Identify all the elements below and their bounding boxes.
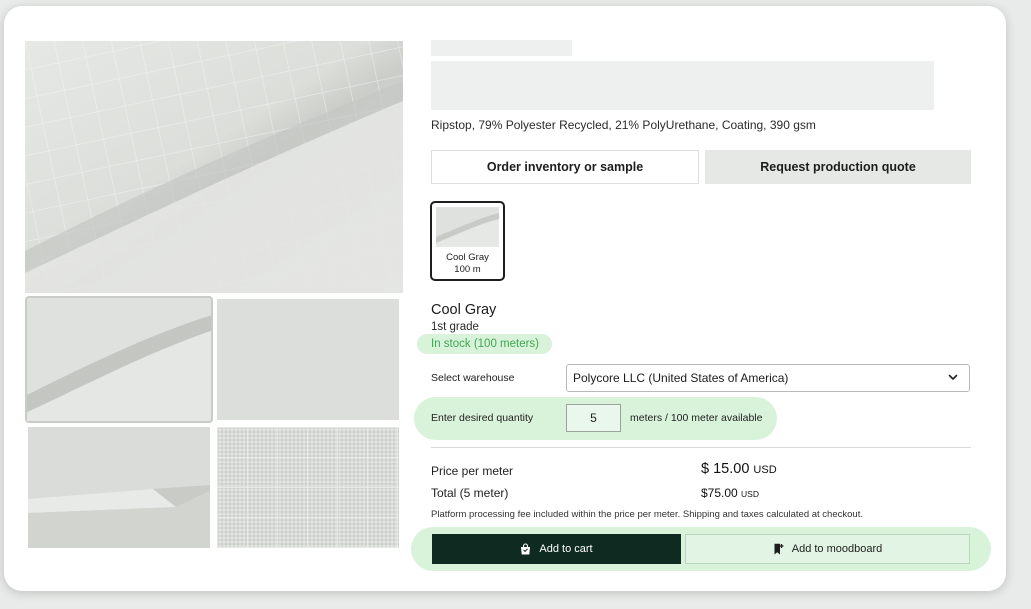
title-skeleton-large <box>431 61 934 110</box>
price-per-meter-label: Price per meter <box>431 464 514 478</box>
fabric-swatch-icon <box>436 207 499 247</box>
total-value: $75.00 USD <box>701 486 759 500</box>
add-to-moodboard-label: Add to moodboard <box>791 543 883 555</box>
variant-grade: 1st grade <box>431 321 479 333</box>
stock-status-badge: In stock (100 meters) <box>417 334 553 354</box>
title-skeleton-small <box>431 40 572 56</box>
divider <box>431 447 971 448</box>
tab-request-quote[interactable]: Request production quote <box>705 150 971 184</box>
thumbnail-4[interactable] <box>217 427 399 548</box>
price-per-meter-value: $ 15.00 USD <box>701 461 777 477</box>
thumbnail-3[interactable] <box>28 427 210 548</box>
total-label: Total (5 meter) <box>431 486 509 500</box>
add-to-cart-button[interactable]: Add to cart <box>432 534 681 564</box>
warehouse-label: Select warehouse <box>431 372 515 384</box>
swatch-name: Cool Gray <box>446 252 489 263</box>
warehouse-selected-value: Polycore LLC (United States of America) <box>573 371 789 385</box>
shopping-bag-icon <box>521 543 531 555</box>
color-swatch-cool-gray[interactable]: Cool Gray 100 m <box>430 201 505 281</box>
quantity-panel: Enter desired quantity meters / 100 mete… <box>414 397 777 440</box>
bookmark-add-icon <box>774 543 784 555</box>
price-amount: $ 15.00 <box>701 461 750 477</box>
quantity-input[interactable] <box>566 404 621 432</box>
add-to-cart-label: Add to cart <box>539 543 593 555</box>
fee-note: Platform processing fee included within … <box>431 509 863 520</box>
tab-order-inventory[interactable]: Order inventory or sample <box>431 150 699 184</box>
main-product-image[interactable] <box>25 41 403 293</box>
product-description: Ripstop, 79% Polyester Recycled, 21% Pol… <box>431 118 816 132</box>
thumbnail-2[interactable] <box>217 299 399 420</box>
price-currency: USD <box>753 464 777 476</box>
add-to-moodboard-button[interactable]: Add to moodboard <box>685 534 970 564</box>
quantity-availability: meters / 100 meter available <box>630 412 763 424</box>
total-amount: $75.00 <box>701 486 738 500</box>
variant-color-name: Cool Gray <box>431 302 497 318</box>
action-bar: Add to cart Add to moodboard <box>411 527 991 571</box>
chevron-down-icon <box>948 374 958 380</box>
thumbnail-1[interactable] <box>25 296 213 423</box>
total-currency: USD <box>741 489 759 499</box>
quantity-label: Enter desired quantity <box>431 412 534 424</box>
warehouse-select[interactable]: Polycore LLC (United States of America) <box>566 364 970 392</box>
product-card: Ripstop, 79% Polyester Recycled, 21% Pol… <box>4 6 1006 591</box>
swatch-quantity: 100 m <box>454 264 481 275</box>
